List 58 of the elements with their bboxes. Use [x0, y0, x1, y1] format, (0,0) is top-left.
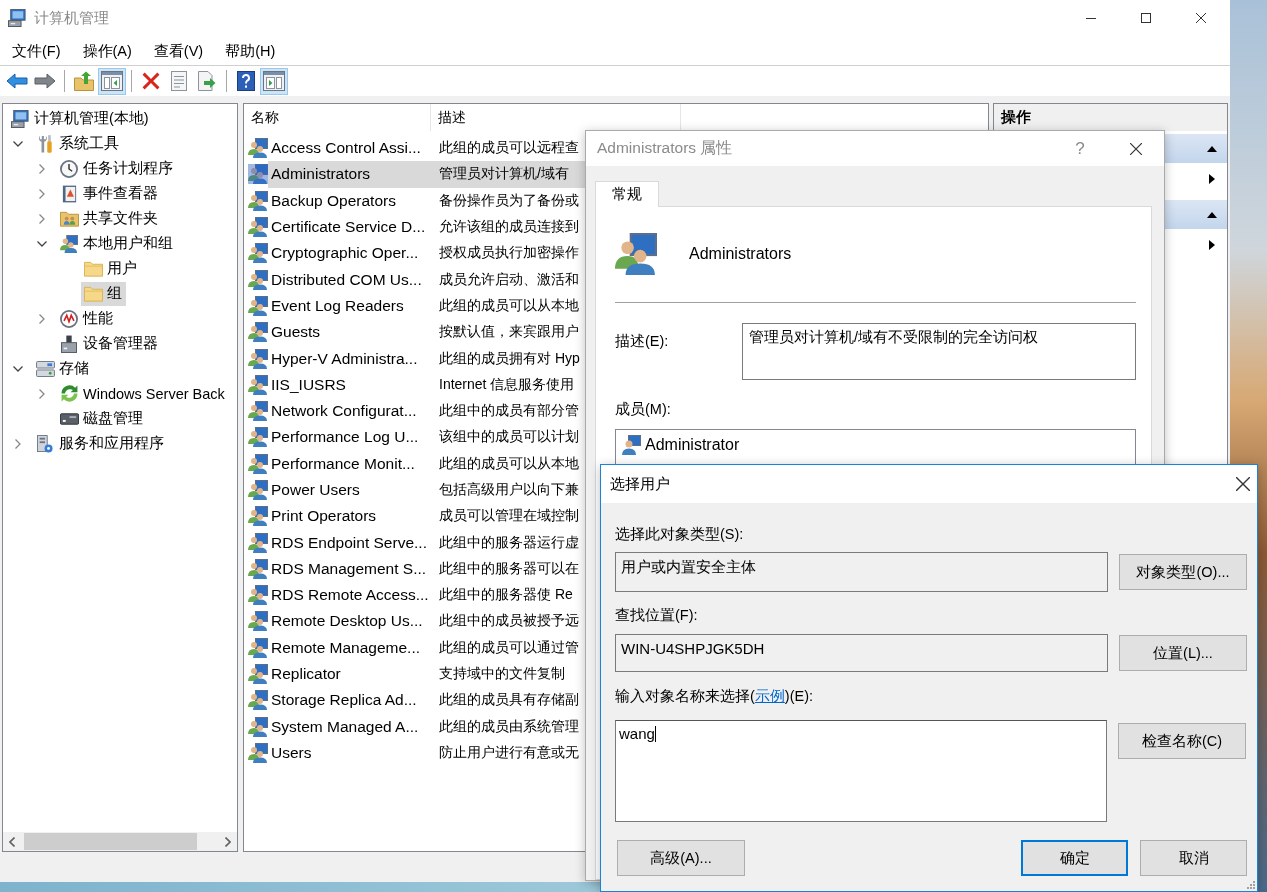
field-label: 选择此对象类型(S):: [615, 525, 745, 544]
name-cell-text: Administrators: [271, 165, 372, 184]
description-cell: 此组中的服务器运行虚: [439, 533, 579, 552]
description-cell: Internet 信息服务使用: [439, 375, 575, 394]
description-cell: 成员可以管理在域控制: [439, 507, 579, 526]
description-cell: 此组的成员拥有对 Hyp: [439, 349, 580, 368]
description-cell: 按默认值，来宾跟用户: [439, 323, 579, 342]
field-label: 查找位置(F):: [615, 606, 699, 625]
name-cell-text: Storage Replica Ad...: [271, 691, 418, 710]
name-cell-text: IIS_IUSRS: [271, 375, 347, 394]
description-cell: 防止用户进行有意或无: [439, 743, 579, 762]
description-cell: 此组中的成员有部分管: [439, 402, 579, 421]
description-cell: 授权成员执行加密操作: [439, 244, 579, 263]
name-cell-text: Remote Desktop Us...: [271, 612, 424, 631]
name-cell-text: System Managed A...: [271, 717, 420, 736]
name-cell-text: Cryptographic Oper...: [271, 244, 420, 263]
group-name: Administrators: [689, 245, 792, 263]
name-cell-text: Users: [271, 743, 313, 762]
description-cell: 此组的成员可以通过管: [439, 638, 579, 657]
description-cell: 成员允许启动、激活和: [439, 270, 579, 289]
dialog-title: Administrators 属性: [597, 138, 733, 158]
name-cell-text: RDS Remote Access...: [271, 586, 430, 605]
field-label: 输入对象名称来选择(示例)(E):: [615, 687, 815, 706]
description-cell: 此组的成员可以远程查: [439, 139, 579, 158]
name-cell-text: Guests: [271, 323, 322, 342]
description-cell: 此组的成员可以从本地: [439, 454, 579, 473]
description-cell: 此组的成员由系统管理: [439, 717, 579, 736]
description-cell: 支持域中的文件复制: [439, 665, 565, 684]
name-cell-text: Power Users: [271, 481, 361, 499]
description-cell: 此组中的服务器可以在: [439, 559, 579, 578]
name-cell-text: Backup Operators: [271, 191, 397, 210]
field-label: 描述(E):: [615, 332, 670, 351]
pane-title: 操作: [994, 104, 1227, 131]
description-cell: 此组中的成员被授予远: [439, 612, 579, 631]
description-cell: 此组的成员可以从本地: [439, 296, 579, 315]
field-label: 成员(M):: [615, 400, 672, 419]
name-cell-text: Performance Monit...: [271, 454, 416, 473]
description-cell: 备份操作员为了备份或: [439, 191, 579, 210]
name-cell-text: Remote Manageme...: [271, 638, 422, 657]
dialog-title: 选择用户: [610, 474, 670, 494]
name-cell-text: RDS Management S...: [271, 559, 428, 578]
description-cell: 该组中的成员可以计划: [439, 428, 579, 447]
name-cell-text: Hyper-V Administra...: [271, 349, 419, 368]
description-cell: 包括高级用户以向下兼: [439, 481, 579, 499]
description-cell: 管理员对计算机/域有: [439, 165, 569, 184]
name-cell-text: Event Log Readers: [271, 296, 405, 315]
name-cell-text: Network Configurat...: [271, 402, 418, 421]
name-cell-text: RDS Endpoint Serve...: [271, 533, 428, 552]
description-cell: 此组的成员具有存储副: [439, 691, 579, 710]
name-cell-text: Replicator: [271, 665, 342, 684]
description-cell: 此组中的服务器使 Re: [439, 586, 573, 605]
name-cell-text: Certificate Service D...: [271, 218, 427, 237]
window-title: 计算机管理: [34, 8, 109, 28]
name-cell-text: Distributed COM Us...: [271, 270, 423, 289]
name-cell-text: Print Operators: [271, 507, 378, 526]
description-cell: 允许该组的成员连接到: [439, 218, 579, 237]
name-cell-text: Performance Log U...: [271, 428, 420, 447]
name-cell-text: Access Control Assi...: [271, 139, 422, 158]
